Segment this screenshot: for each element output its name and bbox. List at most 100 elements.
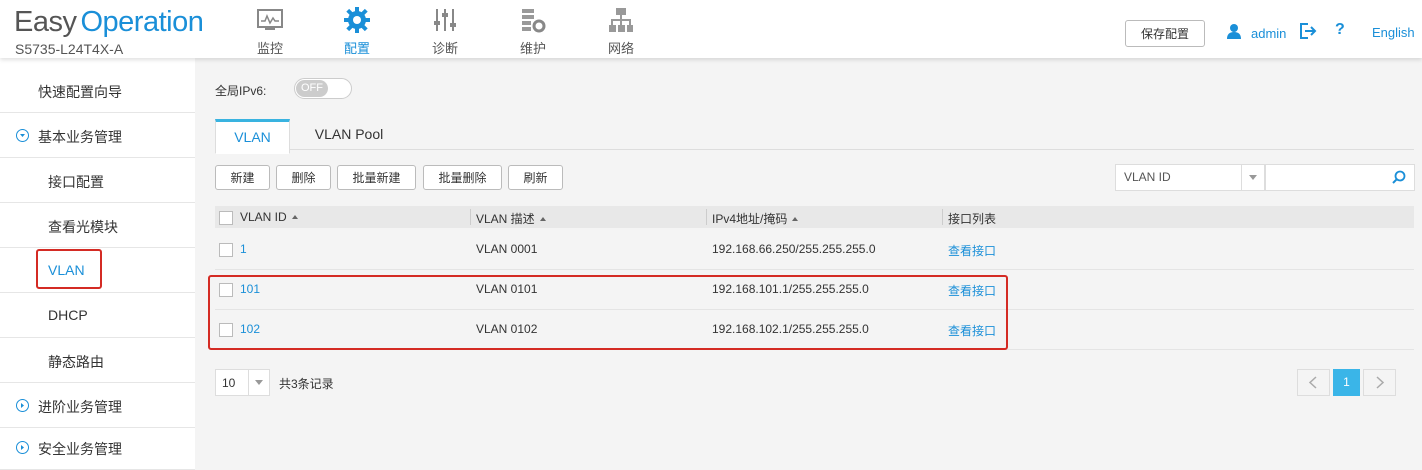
column-ipv4[interactable]: IPv4地址/掩码 xyxy=(712,210,799,227)
brand-text-operation: Operation xyxy=(80,6,204,38)
ipv6-label: 全局IPv6: xyxy=(215,84,267,98)
sidebar-item-advanced-service[interactable]: 进阶业务管理 xyxy=(0,383,195,428)
chevron-down-icon xyxy=(248,370,269,395)
search-icon[interactable] xyxy=(1392,170,1406,189)
sidebar-item-label: VLAN xyxy=(48,262,85,278)
sidebar-item-basic-service[interactable]: 基本业务管理 xyxy=(0,113,195,158)
username: admin xyxy=(1251,25,1287,41)
network-topology-icon xyxy=(591,4,651,36)
column-vlan-id[interactable]: VLAN ID xyxy=(240,210,298,224)
page-size-select[interactable]: 10 xyxy=(215,369,270,396)
brand-logo: Easy Operation xyxy=(14,6,204,39)
table-row: 101 VLAN 0101 192.168.101.1/255.255.255.… xyxy=(215,269,1414,310)
nav-maintain[interactable]: 维护 xyxy=(503,4,563,57)
nav-monitor[interactable]: 监控 xyxy=(240,4,300,57)
sort-asc-icon xyxy=(539,217,546,221)
sidebar-item-label: 查看光模块 xyxy=(48,219,118,235)
nav-monitor-label: 监控 xyxy=(256,41,283,56)
new-button[interactable]: 新建 xyxy=(215,165,270,190)
tab-vlan-pool[interactable]: VLAN Pool xyxy=(303,119,395,150)
column-divider xyxy=(706,209,707,225)
sidebar-item-label: 进阶业务管理 xyxy=(38,399,122,415)
sidebar: 快速配置向导 基本业务管理 接口配置 查看光模块 VLAN DHCP 静态路由 … xyxy=(0,58,195,470)
vlan-desc: VLAN 0102 xyxy=(476,322,538,336)
nav-network[interactable]: 网络 xyxy=(591,4,651,57)
logout-icon[interactable] xyxy=(1299,23,1317,44)
chevron-right-icon xyxy=(1376,376,1385,389)
batch-delete-button[interactable]: 批量删除 xyxy=(423,165,502,190)
monitor-icon xyxy=(240,4,300,36)
column-vlan-desc-label: VLAN 描述 xyxy=(476,212,535,226)
ipv6-toggle[interactable]: OFF xyxy=(294,78,352,99)
chevron-down-icon xyxy=(1241,165,1264,190)
ipv6-toggle-state: OFF xyxy=(296,80,328,97)
current-page-button[interactable]: 1 xyxy=(1333,369,1360,396)
vlan-ipv4: 192.168.101.1/255.255.255.0 xyxy=(712,282,869,296)
view-interfaces-link[interactable]: 查看接口 xyxy=(948,322,996,339)
sidebar-item-quick-wizard[interactable]: 快速配置向导 xyxy=(0,68,195,113)
table-header: VLAN ID VLAN 描述 IPv4地址/掩码 接口列表 xyxy=(215,206,1414,228)
sidebar-item-security-service[interactable]: 安全业务管理 xyxy=(0,425,195,470)
sidebar-item-label: 接口配置 xyxy=(48,174,104,190)
sidebar-item-label: 静态路由 xyxy=(48,354,104,370)
sidebar-item-label: 快速配置向导 xyxy=(38,84,122,100)
vlan-id-link[interactable]: 101 xyxy=(240,282,260,296)
column-vlan-desc[interactable]: VLAN 描述 xyxy=(476,210,546,227)
tab-vlan[interactable]: VLAN xyxy=(215,119,290,154)
sliders-icon xyxy=(415,4,475,36)
sidebar-item-interface-config[interactable]: 接口配置 xyxy=(0,158,195,203)
filter-field-value: VLAN ID xyxy=(1124,170,1171,184)
sidebar-item-label: 安全业务管理 xyxy=(38,441,122,457)
prev-page-button[interactable] xyxy=(1297,369,1330,396)
maintenance-icon xyxy=(503,4,563,36)
sidebar-item-label: DHCP xyxy=(48,307,88,323)
select-all-checkbox[interactable] xyxy=(219,211,233,225)
brand-text-easy: Easy xyxy=(14,6,77,38)
sidebar-item-vlan[interactable]: VLAN xyxy=(0,248,195,293)
gear-icon xyxy=(327,4,387,36)
vlan-id-link[interactable]: 102 xyxy=(240,322,260,336)
row-checkbox[interactable] xyxy=(219,243,233,257)
user-menu[interactable]: admin xyxy=(1227,24,1286,42)
sidebar-item-optical-module[interactable]: 查看光模块 xyxy=(0,203,195,248)
vlan-ipv4: 192.168.66.250/255.255.255.0 xyxy=(712,242,876,256)
vlan-desc: VLAN 0001 xyxy=(476,242,538,256)
next-page-button[interactable] xyxy=(1363,369,1396,396)
column-ipv4-label: IPv4地址/掩码 xyxy=(712,212,788,226)
view-interfaces-link[interactable]: 查看接口 xyxy=(948,282,996,299)
view-interfaces-link[interactable]: 查看接口 xyxy=(948,242,996,259)
column-divider xyxy=(470,209,471,225)
refresh-button[interactable]: 刷新 xyxy=(508,165,563,190)
page-size-value: 10 xyxy=(222,376,236,390)
filter-field-select[interactable]: VLAN ID xyxy=(1115,164,1265,191)
sidebar-item-dhcp[interactable]: DHCP xyxy=(0,293,195,338)
nav-diagnose-label: 诊断 xyxy=(431,41,458,56)
table-row: 1 VLAN 0001 192.168.66.250/255.255.255.0… xyxy=(215,229,1414,270)
row-checkbox[interactable] xyxy=(219,283,233,297)
sidebar-item-label: 基本业务管理 xyxy=(38,129,122,145)
nav-diagnose[interactable]: 诊断 xyxy=(415,4,475,57)
circle-chevron-right-icon xyxy=(16,441,29,454)
column-divider xyxy=(942,209,943,225)
vlan-id-link[interactable]: 1 xyxy=(240,242,247,256)
row-checkbox[interactable] xyxy=(219,323,233,337)
search-input[interactable] xyxy=(1270,165,1384,190)
nav-network-label: 网络 xyxy=(607,41,634,56)
main-content: 全局IPv6: OFF VLAN VLAN Pool 新建 删除 批量新建 批量… xyxy=(195,58,1422,470)
save-config-button[interactable]: 保存配置 xyxy=(1125,20,1205,47)
sidebar-item-static-route[interactable]: 静态路由 xyxy=(0,338,195,383)
column-interfaces: 接口列表 xyxy=(948,212,997,226)
search-box xyxy=(1265,164,1415,191)
sort-asc-icon xyxy=(291,215,298,219)
nav-config[interactable]: 配置 xyxy=(327,4,387,57)
delete-button[interactable]: 删除 xyxy=(276,165,331,190)
device-model: S5735-L24T4X-A xyxy=(15,41,124,57)
help-icon[interactable]: ? xyxy=(1335,21,1345,39)
sort-asc-icon xyxy=(792,217,799,221)
column-vlan-id-label: VLAN ID xyxy=(240,210,287,224)
circle-chevron-down-icon xyxy=(16,129,29,142)
nav-maintain-label: 维护 xyxy=(519,41,546,56)
nav-config-label: 配置 xyxy=(343,41,370,56)
language-switch[interactable]: English xyxy=(1372,25,1415,40)
batch-new-button[interactable]: 批量新建 xyxy=(337,165,416,190)
